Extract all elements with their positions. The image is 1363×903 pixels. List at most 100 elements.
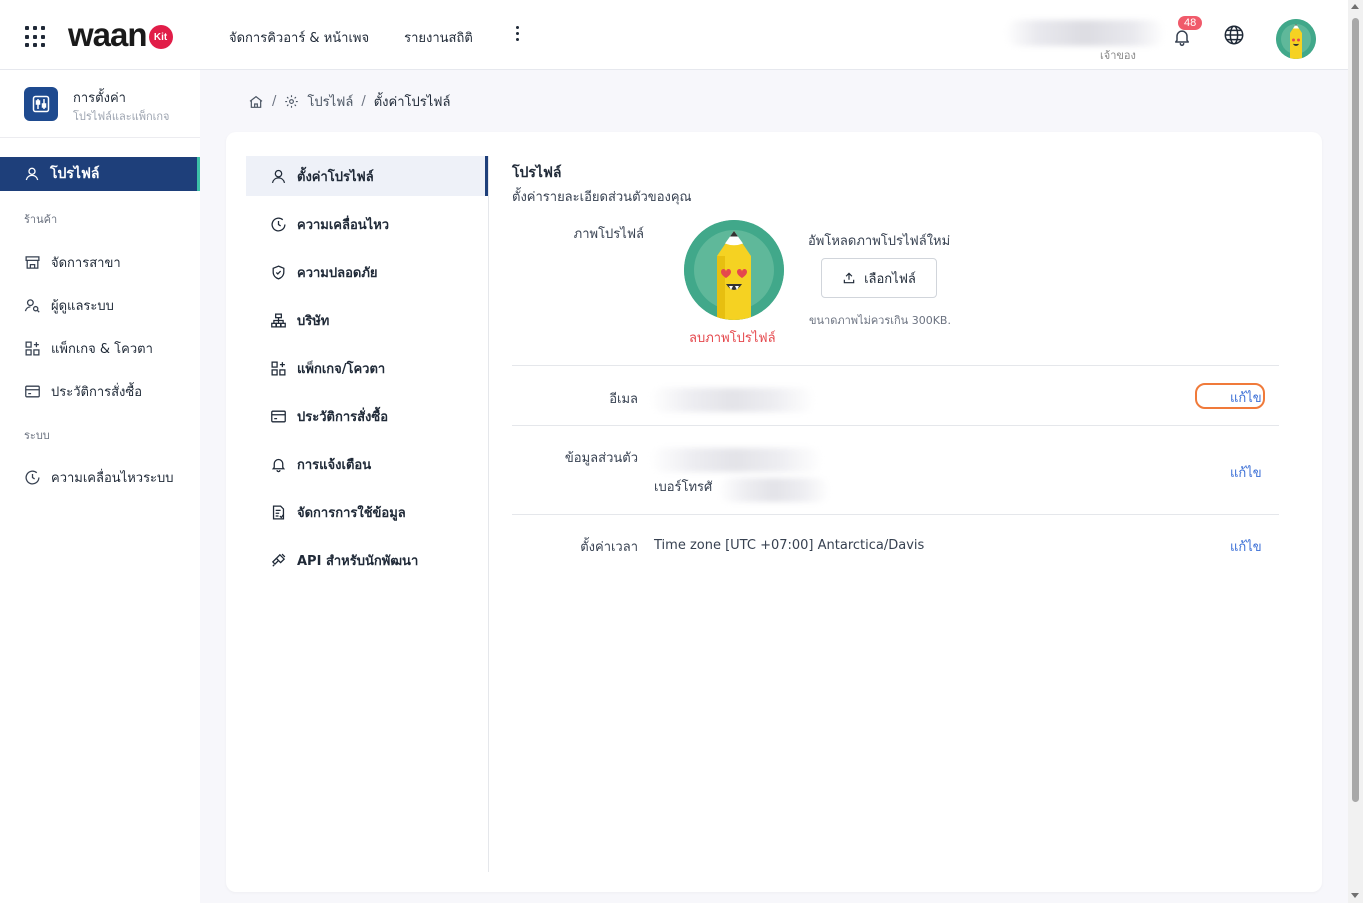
breadcrumb-profile[interactable]: โปรไฟล์ [307,91,353,112]
sidebar-item-label: ผู้ดูแลระบบ [51,299,114,314]
user-role: เจ้าของ [1100,49,1136,62]
email-label: อีเมล [609,392,638,407]
menu-item-data-usage[interactable]: จัดการการใช้ข้อมูล [246,492,489,532]
personal-info-label: ข้อมูลส่วนตัว [564,451,638,466]
sidebar-item-orders[interactable]: ประวัติการสั่งซื้อ [24,381,142,402]
menu-item-label: ความปลอดภัย [297,265,378,281]
edit-email-link[interactable]: แก้ไข [1230,387,1262,408]
breadcrumb: / โปรไฟล์ / ตั้งค่าโปรไฟล์ [248,91,450,112]
sidebar-item-label: แพ็กเกจ & โควตา [51,342,153,357]
sidebar-section-system: ระบบ [24,429,50,442]
name-value-blurred [650,448,822,472]
edit-personal-info-link[interactable]: แก้ไข [1230,462,1262,483]
menu-item-security[interactable]: ความปลอดภัย [246,252,489,292]
history-icon [271,217,286,232]
package-icon [25,341,40,356]
menu-item-label: การแจ้งเตือน [297,457,372,473]
sidebar-item-label: จัดการสาขา [51,256,121,271]
menu-item-activity[interactable]: ความเคลื่อนไหว [246,204,489,244]
scroll-up-arrow-icon[interactable] [1351,4,1359,9]
nav-reports[interactable]: รายงานสถิติ [404,27,473,48]
menu-item-orders[interactable]: ประวัติการสั่งซื้อ [246,396,489,436]
menu-item-label: API สำหรับนักพัฒนา [297,553,419,569]
page-scrollbar[interactable] [1348,0,1363,903]
upload-hint: ขนาดภาพไม่ควรเกิน 300KB. [809,314,951,327]
logo-text: waan [68,16,148,53]
menu-item-packages[interactable]: แพ็กเกจ/โควตา [246,348,489,388]
phone-label: เบอร์โทรศั [654,480,713,495]
sidebar-item-label: โปรไฟล์ [50,166,100,182]
phone-value-blurred [718,478,830,502]
sidebar-item-packages[interactable]: แพ็กเกจ & โควตา [24,338,153,359]
settings-card: ตั้งค่าโปรไฟล์ ความเคลื่อนไหว ความปลอดภั… [226,132,1322,892]
menu-item-label: ความเคลื่อนไหว [297,217,390,233]
top-bar: waan Kit จัดการคิวอาร์ & หน้าเพจ รายงานส… [0,0,1348,70]
scroll-down-arrow-icon[interactable] [1351,893,1359,898]
apps-grid-icon[interactable] [25,26,47,48]
divider [512,425,1279,426]
home-icon[interactable] [248,94,264,110]
sidebar-item-admins[interactable]: ผู้ดูแลระบบ [24,295,114,316]
remove-profile-picture-link[interactable]: ลบภาพโปรไฟล์ [689,327,776,348]
logo[interactable]: waan Kit [68,16,173,54]
api-icon [271,553,286,567]
sidebar-item-profile[interactable]: โปรไฟล์ [0,157,200,191]
document-icon [272,504,285,520]
menu-active-indicator [485,156,488,196]
divider [512,365,1279,366]
bell-icon [271,458,286,472]
package-icon [271,360,286,376]
profile-picture [684,220,784,320]
menu-item-api[interactable]: API สำหรับนักพัฒนา [246,540,489,580]
user-search-icon [24,299,40,313]
logo-badge: Kit [148,25,173,49]
menu-divider [488,156,489,872]
notification-bell-icon[interactable] [1172,27,1192,47]
sidebar-item-branches[interactable]: จัดการสาขา [24,252,121,273]
sidebar-title: การตั้งค่า [73,91,126,106]
profile-picture-label: ภาพโปรไฟล์ [573,227,644,242]
choose-file-label: เลือกไฟล์ [864,271,916,287]
edit-timezone-link[interactable]: แก้ไข [1230,536,1262,557]
menu-item-label: บริษัท [297,313,330,329]
history-icon [25,470,40,485]
scroll-thumb[interactable] [1352,18,1359,802]
menu-item-company[interactable]: บริษัท [246,300,489,340]
breadcrumb-separator: / [361,94,366,109]
sidebar-header: การตั้งค่า โปรไฟล์และแพ็กเกจ [0,70,200,138]
email-value-blurred [650,388,815,412]
profile-title: โปรไฟล์ [512,165,562,181]
username-blurred[interactable] [1005,20,1165,46]
upload-icon [843,272,855,284]
profile-subtitle: ตั้งค่ารายละเอียดส่วนตัวของคุณ [512,190,692,205]
menu-item-notifications[interactable]: การแจ้งเตือน [246,444,489,484]
shield-icon [272,264,285,280]
sidebar: การตั้งค่า โปรไฟล์และแพ็กเกจ โปรไฟล์ ร้า… [0,70,200,903]
store-icon [25,256,40,269]
menu-item-label: ประวัติการสั่งซื้อ [297,409,389,425]
language-globe-icon[interactable] [1223,24,1245,46]
card-icon [25,385,40,398]
nav-qr-pages[interactable]: จัดการคิวอาร์ & หน้าเพจ [229,27,369,48]
notification-badge: 48 [1178,16,1203,30]
sidebar-section-store: ร้านค้า [24,213,58,226]
user-icon [271,169,286,183]
more-menu-icon[interactable] [516,26,519,41]
user-avatar[interactable] [1276,19,1316,59]
menu-item-label: จัดการการใช้ข้อมูล [297,505,406,521]
sidebar-subtitle: โปรไฟล์และแพ็กเกจ [73,110,170,123]
profile-header: โปรไฟล์ ตั้งค่ารายละเอียดส่วนตัวของคุณ [512,162,1279,207]
sidebar-item-label: ประวัติการสั่งซื้อ [51,385,143,400]
sidebar-item-system-activity[interactable]: ความเคลื่อนไหวระบบ [24,467,174,488]
breadcrumb-current: ตั้งค่าโปรไฟล์ [373,95,451,110]
menu-item-label: ตั้งค่าโปรไฟล์ [297,169,374,185]
menu-item-profile-settings[interactable]: ตั้งค่าโปรไฟล์ [246,156,489,196]
choose-file-button[interactable]: เลือกไฟล์ [821,258,937,298]
breadcrumb-separator: / [272,94,277,109]
top-nav: จัดการคิวอาร์ & หน้าเพจ รายงานสถิติ [229,27,473,48]
card-icon [271,410,286,422]
menu-item-label: แพ็กเกจ/โควตา [297,361,386,377]
timezone-label: ตั้งค่าเวลา [580,540,638,555]
settings-sliders-icon [24,87,58,121]
user-icon [25,167,39,181]
